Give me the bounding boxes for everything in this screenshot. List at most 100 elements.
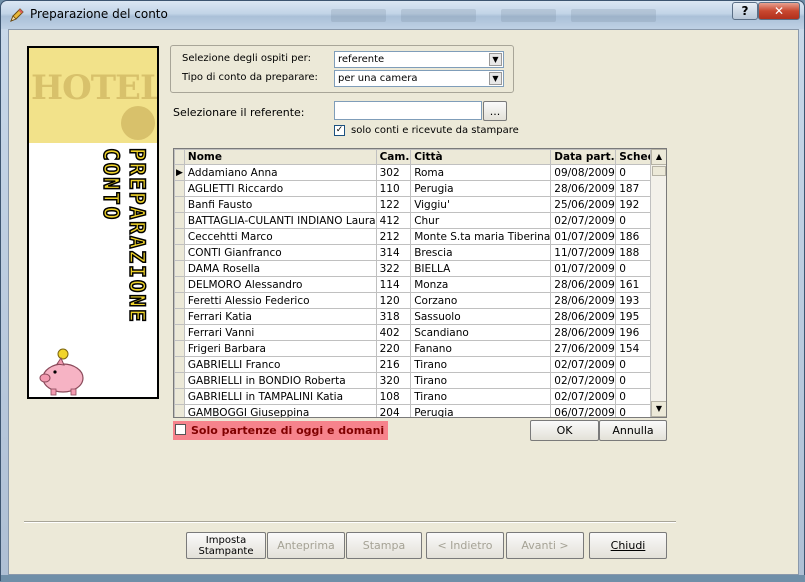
cell-camera: 120 xyxy=(375,292,412,309)
cell-data-partenza: 28/06/2009 xyxy=(550,308,617,325)
guests-grid[interactable]: Nome Cam. Città Data part. Scheda ▶ Addam… xyxy=(173,148,667,418)
printer-setup-button[interactable]: Imposta Stampante xyxy=(186,532,266,559)
table-row[interactable]: Feretti Alessio Federico 120 Corzano 28/06/… xyxy=(174,292,666,309)
cell-camera: 110 xyxy=(375,180,412,197)
cell-nome: Banfi Fausto xyxy=(183,196,377,213)
cell-nome: Addamiano Anna xyxy=(183,164,377,181)
grid-scrollbar[interactable]: ▲ ▼ xyxy=(650,149,666,417)
row-selector[interactable] xyxy=(174,356,185,373)
window-title: Preparazione del conto xyxy=(30,7,168,21)
row-selector[interactable] xyxy=(174,308,185,325)
today-tomorrow-checkbox[interactable] xyxy=(175,424,186,435)
table-row[interactable]: BATTAGLIA-CULANTI INDIANO Laura 412 Chur 02… xyxy=(174,212,666,229)
dialog-client-area: HOTEL PREPARAZIONE CONTO Selezione degli… xyxy=(8,29,799,575)
cell-citta: Corzano xyxy=(410,292,552,309)
row-selector[interactable] xyxy=(174,228,185,245)
row-selector[interactable] xyxy=(174,260,185,277)
table-row[interactable]: DELMORO Alessandro 114 Monza 28/06/2009 161 xyxy=(174,276,666,293)
background-ghost xyxy=(401,9,476,22)
row-selector[interactable] xyxy=(174,372,185,389)
print-button[interactable]: Stampa xyxy=(346,532,422,559)
row-selector[interactable] xyxy=(174,340,185,357)
row-selector[interactable] xyxy=(174,388,185,405)
browse-referent-button[interactable]: ... xyxy=(483,101,507,121)
scroll-up-icon[interactable]: ▲ xyxy=(651,149,666,165)
table-row[interactable]: Frigeri Barbara 220 Fanano 27/06/2009 154 xyxy=(174,340,666,357)
title-bar[interactable]: Preparazione del conto ? ✕ xyxy=(1,1,804,29)
only-bills-label: solo conti e ricevute da stampare xyxy=(351,125,519,136)
cell-camera: 212 xyxy=(375,228,412,245)
bill-type-combo[interactable]: per una camera ▼ xyxy=(334,70,504,87)
cell-camera: 114 xyxy=(375,276,412,293)
table-row[interactable]: Banfi Fausto 122 Viggiu' 25/06/2009 192 xyxy=(174,196,666,213)
cell-camera: 108 xyxy=(375,388,412,405)
referent-input[interactable] xyxy=(334,101,482,120)
hotel-logo: HOTEL xyxy=(29,48,157,143)
cell-citta: Tirano xyxy=(410,356,552,373)
bill-type-value: per una camera xyxy=(338,73,418,84)
chevron-down-icon[interactable]: ▼ xyxy=(489,53,502,66)
table-row[interactable]: ▶ Addamiano Anna 302 Roma 09/08/2009 0 xyxy=(174,164,666,181)
cell-nome: AGLIETTI Riccardo xyxy=(183,180,377,197)
row-selector[interactable] xyxy=(174,324,185,341)
cell-data-partenza: 28/06/2009 xyxy=(550,276,617,293)
column-header-camera[interactable]: Cam. xyxy=(375,149,412,165)
table-row[interactable]: CONTI Gianfranco 314 Brescia 11/07/2009 188 xyxy=(174,244,666,261)
table-row[interactable]: Ferrari Katia 318 Sassuolo 28/06/2009 195 xyxy=(174,308,666,325)
table-row[interactable]: Ferrari Vanni 402 Scandiano 28/06/2009 196 xyxy=(174,324,666,341)
table-row[interactable]: GAMBOGGI Giuseppina 204 Perugia 06/07/2009 0 xyxy=(174,404,666,417)
cell-nome: DAMA Rosella xyxy=(183,260,377,277)
cell-citta: Chur xyxy=(410,212,552,229)
guest-select-combo[interactable]: referente ▼ xyxy=(334,51,504,68)
help-button[interactable]: ? xyxy=(732,2,758,20)
scroll-down-icon[interactable]: ▼ xyxy=(651,401,666,417)
column-header-nome[interactable]: Nome xyxy=(183,149,377,165)
ok-button[interactable]: OK xyxy=(530,420,599,441)
table-row[interactable]: GABRIELLI in BONDIO Roberta 320 Tirano 02/0… xyxy=(174,372,666,389)
row-selector[interactable] xyxy=(174,404,185,417)
cell-camera: 314 xyxy=(375,244,412,261)
column-header-citta[interactable]: Città xyxy=(410,149,552,165)
background-ghost xyxy=(501,9,556,22)
current-row-pointer-icon[interactable]: ▶ xyxy=(174,164,185,181)
cell-citta: Tirano xyxy=(410,388,552,405)
preview-button[interactable]: Anteprima xyxy=(267,532,345,559)
cancel-button[interactable]: Annulla xyxy=(599,420,667,441)
back-button[interactable]: < Indietro xyxy=(426,532,504,559)
preparazione-conto-banner: HOTEL PREPARAZIONE CONTO xyxy=(27,46,159,399)
cell-data-partenza: 28/06/2009 xyxy=(550,292,617,309)
row-selector[interactable] xyxy=(174,244,185,261)
cell-camera: 320 xyxy=(375,372,412,389)
guest-select-label: Selezione degli ospiti per: xyxy=(182,53,311,64)
table-row[interactable]: GABRIELLI Franco 216 Tirano 02/07/2009 0 xyxy=(174,356,666,373)
cell-nome: Ferrari Katia xyxy=(183,308,377,325)
cell-citta: Perugia xyxy=(410,180,552,197)
cell-data-partenza: 01/07/2009 xyxy=(550,260,617,277)
close-window-button[interactable]: ✕ xyxy=(758,2,800,20)
scrollbar-thumb[interactable] xyxy=(652,166,666,176)
cell-data-partenza: 28/06/2009 xyxy=(550,180,617,197)
cell-nome: BATTAGLIA-CULANTI INDIANO Laura xyxy=(183,212,377,229)
banner-vertical-title: PREPARAZIONE CONTO xyxy=(89,147,157,396)
next-button[interactable]: Avanti > xyxy=(506,532,584,559)
cell-citta: Sassuolo xyxy=(410,308,552,325)
row-selector[interactable] xyxy=(174,212,185,229)
row-selector[interactable] xyxy=(174,180,185,197)
only-bills-checkbox[interactable]: ✓ xyxy=(334,125,345,136)
row-selector[interactable] xyxy=(174,276,185,293)
background-ghost xyxy=(571,9,656,22)
cell-nome: Frigeri Barbara xyxy=(183,340,377,357)
today-tomorrow-filter[interactable]: Solo partenze di oggi e domani xyxy=(173,421,388,440)
pencil-icon xyxy=(10,8,24,22)
table-row[interactable]: DAMA Rosella 322 BIELLA 01/07/2009 0 xyxy=(174,260,666,277)
table-row[interactable]: Ceccehtti Marco 212 Monte S.ta maria Tiber… xyxy=(174,228,666,245)
row-selector[interactable] xyxy=(174,292,185,309)
chevron-down-icon[interactable]: ▼ xyxy=(489,72,502,85)
cell-camera: 204 xyxy=(375,404,412,417)
row-selector[interactable] xyxy=(174,196,185,213)
table-row[interactable]: AGLIETTI Riccardo 110 Perugia 28/06/2009 187 xyxy=(174,180,666,197)
column-header-data-partenza[interactable]: Data part. xyxy=(550,149,617,165)
cell-camera: 402 xyxy=(375,324,412,341)
table-row[interactable]: GABRIELLI in TAMPALINI Katia 108 Tirano 02/… xyxy=(174,388,666,405)
close-button[interactable]: Chiudi xyxy=(589,532,667,559)
